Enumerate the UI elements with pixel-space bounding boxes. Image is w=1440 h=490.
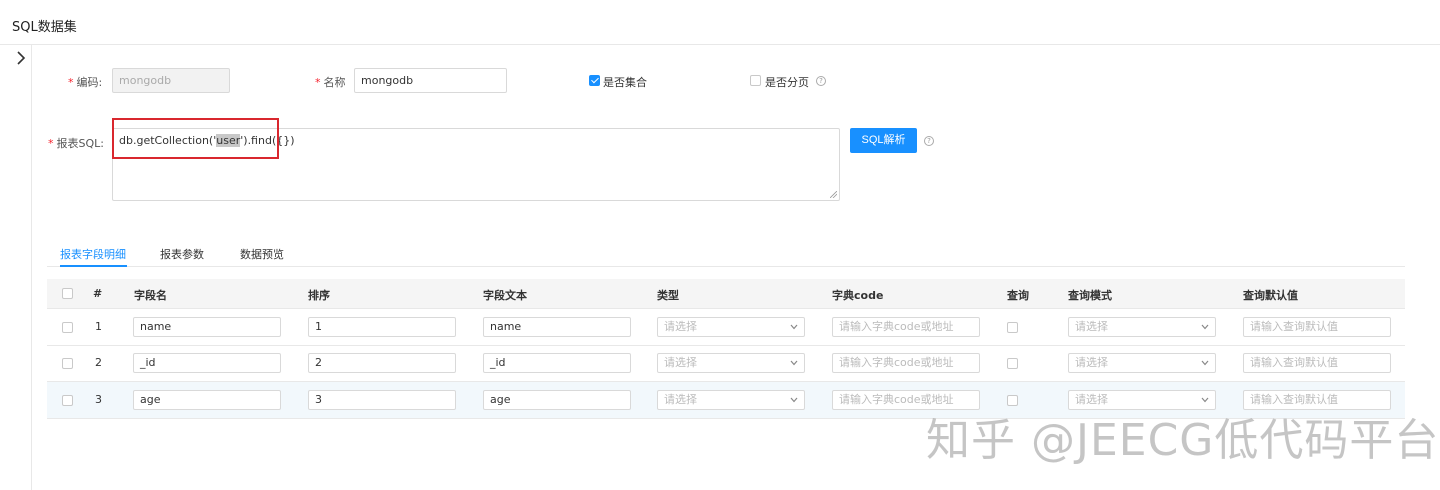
tab-data-preview[interactable]: 数据预览 [240, 246, 284, 262]
select-all-checkbox[interactable] [62, 288, 73, 299]
query-default-input[interactable]: 请输入查询默认值 [1243, 317, 1391, 337]
help-icon[interactable]: ? [924, 136, 934, 146]
column-header: 类型 [657, 289, 679, 302]
chevron-down-icon [1201, 397, 1209, 403]
page-title: SQL数据集 [12, 20, 77, 35]
table-header: # 字段名 排序 字段文本 类型 字典code 查询 查询模式 查询默认值 [47, 279, 1405, 309]
table-row: 1 name 1 name 请选择 请输入字典code或地址 请选择 请输入查询… [47, 309, 1405, 346]
left-rail-divider [31, 45, 32, 490]
order-input[interactable]: 3 [308, 390, 456, 410]
row-checkbox[interactable] [62, 322, 73, 333]
name-label: * 名称 [315, 76, 346, 89]
is-collection-label: 是否集合 [603, 76, 647, 89]
chevron-down-icon [1201, 360, 1209, 366]
chevron-down-icon [1201, 324, 1209, 330]
field-text-input[interactable]: name [483, 317, 631, 337]
query-mode-select[interactable]: 请选择 [1068, 353, 1216, 373]
column-header: 字段名 [134, 289, 167, 302]
help-icon[interactable]: ? [816, 76, 826, 86]
row-index: 2 [95, 356, 102, 369]
column-header: 查询默认值 [1243, 289, 1298, 302]
type-select[interactable]: 请选择 [657, 353, 805, 373]
field-name-input[interactable]: name [133, 317, 281, 337]
row-index: 3 [95, 393, 102, 406]
query-mode-select[interactable]: 请选择 [1068, 317, 1216, 337]
field-text-input[interactable]: _id [483, 353, 631, 373]
name-input[interactable]: mongodb [354, 68, 507, 93]
chevron-down-icon [790, 397, 798, 403]
row-index: 1 [95, 320, 102, 333]
row-checkbox[interactable] [62, 395, 73, 406]
query-checkbox[interactable] [1007, 322, 1018, 333]
type-select[interactable]: 请选择 [657, 390, 805, 410]
resize-handle-icon[interactable] [830, 191, 837, 198]
is-paged-label: 是否分页 [765, 76, 809, 89]
code-input: mongodb [112, 68, 230, 93]
chevron-right-icon[interactable] [14, 50, 28, 66]
column-header: 字段文本 [483, 289, 527, 302]
tab-bar: 报表字段明细 报表参数 数据预览 [47, 240, 1405, 267]
code-label: * 编码: [68, 76, 103, 89]
column-header: 查询 [1007, 289, 1029, 302]
query-checkbox[interactable] [1007, 358, 1018, 369]
order-input[interactable]: 2 [308, 353, 456, 373]
header-divider [0, 44, 1440, 45]
sql-parse-button[interactable]: SQL解析 [850, 128, 917, 153]
dict-code-input[interactable]: 请输入字典code或地址 [832, 353, 980, 373]
is-collection-checkbox[interactable] [589, 75, 600, 86]
order-input[interactable]: 1 [308, 317, 456, 337]
column-header: 字典code [832, 289, 884, 302]
highlight-annotation-box [112, 118, 279, 159]
watermark: 知乎 @JEECG低代码平台 [926, 415, 1440, 466]
chevron-down-icon [790, 360, 798, 366]
field-text-input[interactable]: age [483, 390, 631, 410]
type-select[interactable]: 请选择 [657, 317, 805, 337]
tab-active-indicator [60, 265, 127, 267]
row-checkbox[interactable] [62, 358, 73, 369]
column-header: 排序 [308, 289, 330, 302]
column-header: 查询模式 [1068, 289, 1112, 302]
top-bar [0, 0, 1440, 6]
column-header: # [93, 287, 103, 300]
tab-field-details[interactable]: 报表字段明细 [60, 246, 126, 262]
table-row: 2 _id 2 _id 请选择 请输入字典code或地址 请选择 请输入查询默认… [47, 345, 1405, 382]
dict-code-input[interactable]: 请输入字典code或地址 [832, 317, 980, 337]
query-default-input[interactable]: 请输入查询默认值 [1243, 353, 1391, 373]
tab-report-params[interactable]: 报表参数 [160, 246, 204, 262]
chevron-down-icon [790, 324, 798, 330]
sql-label: * 报表SQL: [48, 137, 104, 150]
is-paged-checkbox[interactable] [750, 75, 761, 86]
field-name-input[interactable]: age [133, 390, 281, 410]
field-name-input[interactable]: _id [133, 353, 281, 373]
